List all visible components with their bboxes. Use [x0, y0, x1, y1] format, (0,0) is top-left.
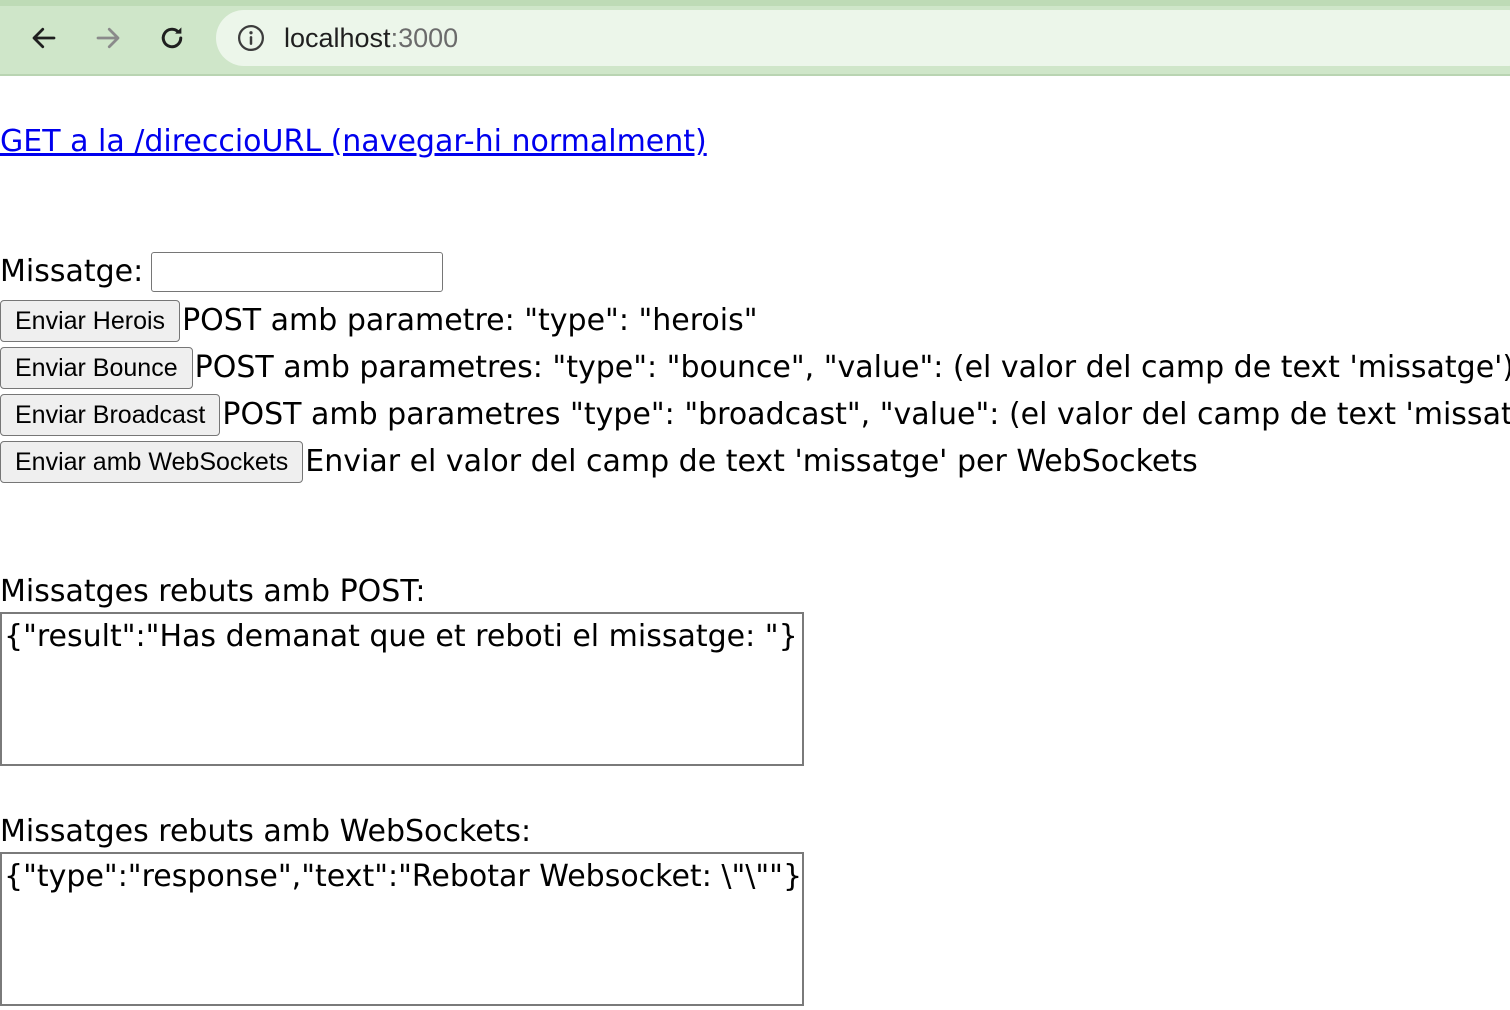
message-row: Missatge: — [0, 252, 444, 292]
websocket-messages-label: Missatges rebuts amb WebSockets: — [0, 814, 532, 849]
action-row-bounce: Enviar Bounce POST amb parametres: "type… — [0, 347, 1510, 389]
back-arrow-icon — [32, 27, 56, 49]
site-info-icon[interactable] — [236, 23, 266, 53]
send-bounce-button[interactable]: Enviar Bounce — [0, 347, 193, 389]
reload-icon — [161, 27, 183, 49]
post-messages-output[interactable]: {"result":"Has demanat que et reboti el … — [0, 612, 804, 766]
websockets-description: Enviar el valor del camp de text 'missat… — [305, 444, 1198, 479]
back-button[interactable] — [24, 18, 64, 58]
action-row-broadcast: Enviar Broadcast POST amb parametres "ty… — [0, 394, 1510, 436]
url-port: :3000 — [390, 23, 459, 53]
forward-arrow-icon — [96, 27, 120, 49]
send-herois-button[interactable]: Enviar Herois — [0, 300, 181, 342]
websocket-messages-output[interactable]: {"type":"response","text":"Rebotar Webso… — [0, 852, 804, 1006]
url-text[interactable]: localhost:3000 — [284, 22, 458, 54]
browser-toolbar: localhost:3000 — [0, 0, 1510, 76]
reload-button[interactable] — [152, 18, 192, 58]
broadcast-description: POST amb parametres "type": "broadcast",… — [222, 397, 1510, 432]
action-row-herois: Enviar Herois POST amb parametre: "type"… — [0, 300, 758, 342]
url-host: localhost — [284, 23, 391, 53]
forward-button[interactable] — [88, 18, 128, 58]
message-input[interactable] — [151, 252, 444, 292]
action-row-websockets: Enviar amb WebSockets Enviar el valor de… — [0, 441, 1198, 483]
browser-top-border — [0, 0, 1510, 6]
send-websockets-button[interactable]: Enviar amb WebSockets — [0, 441, 304, 483]
send-broadcast-button[interactable]: Enviar Broadcast — [0, 394, 221, 436]
post-messages-label: Missatges rebuts amb POST: — [0, 574, 426, 609]
bounce-description: POST amb parametres: "type": "bounce", "… — [194, 350, 1510, 385]
message-label: Missatge: — [0, 254, 144, 289]
page-content: GET a la /direccioURL (navegar-hi normal… — [0, 78, 1510, 1010]
get-link[interactable]: GET a la /direccioURL (navegar-hi normal… — [0, 122, 707, 162]
herois-description: POST amb parametre: "type": "herois" — [182, 303, 758, 338]
address-bar[interactable]: localhost:3000 — [216, 10, 1510, 66]
